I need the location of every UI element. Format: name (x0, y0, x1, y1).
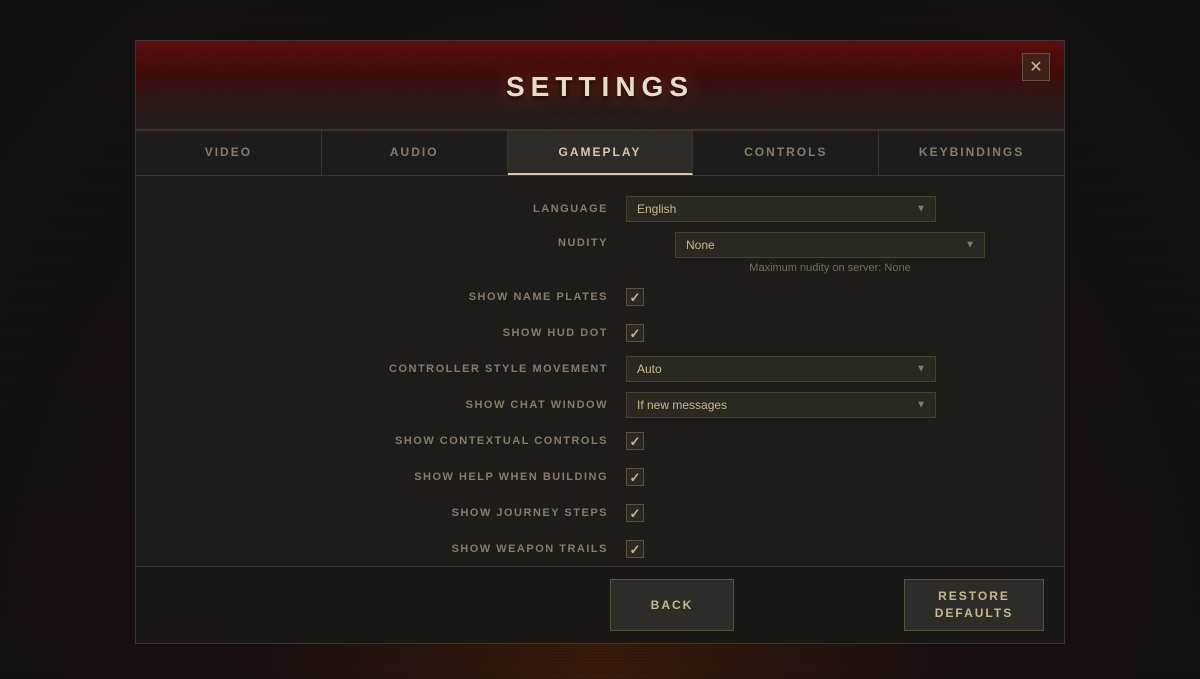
tab-video[interactable]: VIDEO (136, 131, 322, 175)
modal-title: SETTINGS (506, 71, 694, 103)
nudity-row: NUDITY None Partial Full Maximum nudity … (166, 232, 1034, 274)
settings-modal: SETTINGS ✕ VIDEO AUDIO GAMEPLAY CONTROLS… (135, 40, 1065, 644)
show-chat-window-dropdown[interactable]: If new messages Always Never (626, 392, 936, 418)
footer-right: RESTORE DEFAULTS (844, 579, 1044, 631)
show-contextual-controls-checkbox[interactable] (626, 432, 644, 450)
settings-content: LANGUAGE English French German Spanish N… (136, 176, 1064, 566)
show-journey-steps-checkbox[interactable] (626, 504, 644, 522)
show-name-plates-label: SHOW NAME PLATES (166, 291, 626, 303)
show-weapon-trails-row: SHOW WEAPON TRAILS (166, 536, 1034, 562)
show-chat-window-label: SHOW CHAT WINDOW (166, 399, 626, 411)
show-journey-steps-label: SHOW JOURNEY STEPS (166, 507, 626, 519)
controller-style-row: CONTROLLER STYLE MOVEMENT Auto On Off (166, 356, 1034, 382)
tab-controls[interactable]: CONTROLS (693, 131, 879, 175)
language-control: English French German Spanish (626, 196, 1034, 222)
show-contextual-controls-row: SHOW CONTEXTUAL CONTROLS (166, 428, 1034, 454)
show-name-plates-control (626, 288, 1034, 306)
show-hud-dot-label: SHOW HUD DOT (166, 327, 626, 339)
show-contextual-controls-control (626, 432, 1034, 450)
nudity-dropdown-wrap: None Partial Full (675, 232, 985, 258)
tab-gameplay[interactable]: GAMEPLAY (508, 131, 694, 175)
back-button[interactable]: BACK (610, 579, 735, 631)
nudity-note: Maximum nudity on server: None (749, 262, 910, 274)
tab-keybindings[interactable]: KEYBINDINGS (879, 131, 1064, 175)
show-chat-window-control: If new messages Always Never (626, 392, 1034, 418)
footer-spacer-left (156, 579, 500, 631)
nudity-dropdown[interactable]: None Partial Full (675, 232, 985, 258)
language-dropdown-wrap: English French German Spanish (626, 196, 936, 222)
controller-style-label: CONTROLLER STYLE MOVEMENT (166, 363, 626, 375)
show-name-plates-row: SHOW NAME PLATES (166, 284, 1034, 310)
modal-header: SETTINGS ✕ (136, 41, 1064, 131)
controller-style-dropdown[interactable]: Auto On Off (626, 356, 936, 382)
controller-style-control: Auto On Off (626, 356, 1034, 382)
show-chat-window-row: SHOW CHAT WINDOW If new messages Always … (166, 392, 1034, 418)
language-label: LANGUAGE (166, 203, 626, 215)
show-journey-steps-control (626, 504, 1034, 522)
tab-audio[interactable]: AUDIO (322, 131, 508, 175)
footer-center: BACK (500, 579, 844, 631)
show-help-building-checkbox[interactable] (626, 468, 644, 486)
close-button[interactable]: ✕ (1022, 53, 1050, 81)
show-hud-dot-row: SHOW HUD DOT (166, 320, 1034, 346)
show-name-plates-checkbox[interactable] (626, 288, 644, 306)
show-contextual-controls-label: SHOW CONTEXTUAL CONTROLS (166, 435, 626, 447)
show-weapon-trails-control (626, 540, 1034, 558)
modal-footer: BACK RESTORE DEFAULTS (136, 566, 1064, 643)
restore-defaults-button[interactable]: RESTORE DEFAULTS (904, 579, 1044, 631)
show-hud-dot-checkbox[interactable] (626, 324, 644, 342)
show-help-building-label: SHOW HELP WHEN BUILDING (166, 471, 626, 483)
show-help-building-control (626, 468, 1034, 486)
nudity-control: None Partial Full Maximum nudity on serv… (626, 232, 1034, 274)
show-hud-dot-control (626, 324, 1034, 342)
show-weapon-trails-label: SHOW WEAPON TRAILS (166, 543, 626, 555)
show-weapon-trails-checkbox[interactable] (626, 540, 644, 558)
show-journey-steps-row: SHOW JOURNEY STEPS (166, 500, 1034, 526)
language-dropdown[interactable]: English French German Spanish (626, 196, 936, 222)
tabs-bar: VIDEO AUDIO GAMEPLAY CONTROLS KEYBINDING… (136, 131, 1064, 176)
show-help-building-row: SHOW HELP WHEN BUILDING (166, 464, 1034, 490)
show-chat-window-dropdown-wrap: If new messages Always Never (626, 392, 936, 418)
controller-style-dropdown-wrap: Auto On Off (626, 356, 936, 382)
nudity-label: NUDITY (166, 232, 626, 249)
language-row: LANGUAGE English French German Spanish (166, 196, 1034, 222)
